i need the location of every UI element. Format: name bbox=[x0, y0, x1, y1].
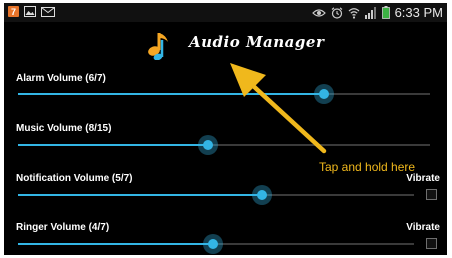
phone-screen: 7 6:33 PM Audio Manager Alarm Volume (6/… bbox=[4, 3, 447, 255]
annotation-arrow-icon bbox=[230, 63, 327, 154]
tap-and-hold-hint: Tap and hold here bbox=[319, 160, 416, 174]
